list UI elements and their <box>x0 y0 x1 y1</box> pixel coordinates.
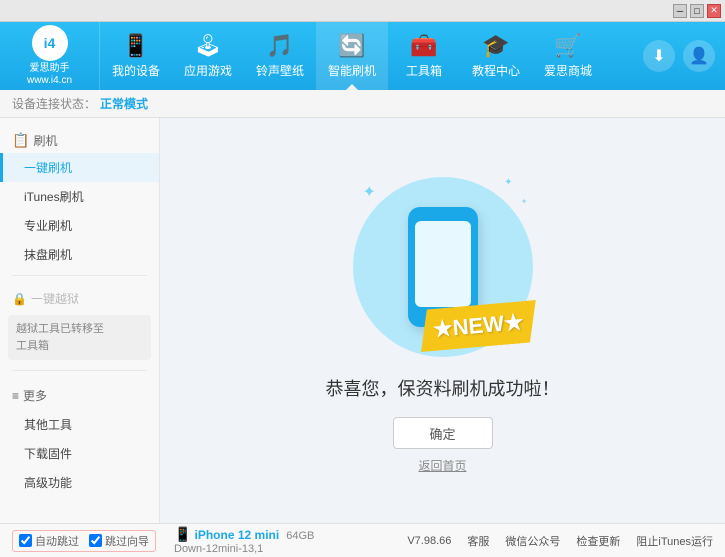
jailbreak-label: 一键越狱 <box>31 290 79 307</box>
auto-dismiss-checkbox[interactable] <box>19 534 32 547</box>
device-name: iPhone 12 mini <box>195 528 280 542</box>
nav-tutorial-label: 教程中心 <box>472 62 520 79</box>
sidebar-item-one-key-flash[interactable]: 一键刷机 <box>0 153 159 182</box>
close-button[interactable]: ✕ <box>707 4 721 18</box>
minimize-button[interactable]: ─ <box>673 4 687 18</box>
toolbox-icon: 🧰 <box>410 33 437 59</box>
nav-toolbox-label: 工具箱 <box>406 62 442 79</box>
sparkle-1: ✦ <box>363 182 376 202</box>
sparkle-3: ✦ <box>521 197 528 206</box>
illustration: ✦ ✦ ✦ ★NEW★ 恭喜您，保资料刷机成功啦！ 确定 返回首页 <box>326 167 560 474</box>
bottom-left: 自动跳过 跳过向导 📱 iPhone 12 mini 64GB Down-12m… <box>12 526 314 555</box>
sidebar-divider-1 <box>12 275 147 276</box>
account-button[interactable]: 👤 <box>683 40 715 72</box>
main-layout: 📋 刷机 一键刷机 iTunes刷机 专业刷机 抹盘刷机 🔒 一键越狱 越狱工具… <box>0 118 725 523</box>
auto-dismiss-label: 自动跳过 <box>35 533 79 549</box>
nav-right: ⬇ 👤 <box>643 40 725 72</box>
sidebar-item-wipe-flash[interactable]: 抹盘刷机 <box>0 240 159 269</box>
tutorial-icon: 🎓 <box>482 33 509 59</box>
jailbreak-header: 🔒 一键越狱 <box>0 286 159 311</box>
logo-icon: i4 <box>32 25 68 61</box>
skip-guide-checkbox-item[interactable]: 跳过向导 <box>89 533 149 549</box>
wechat-link[interactable]: 微信公众号 <box>505 533 560 549</box>
device-model: Down-12mini-13,1 <box>174 543 314 555</box>
shop-icon: 🛒 <box>554 33 581 59</box>
update-link[interactable]: 检查更新 <box>576 533 620 549</box>
nav-app-game[interactable]: 🕹 应用游戏 <box>172 22 244 90</box>
itunes-link[interactable]: 阻止iTunes运行 <box>636 533 713 549</box>
nav-app-game-label: 应用游戏 <box>184 62 232 79</box>
back-link[interactable]: 返回首页 <box>418 457 466 474</box>
confirm-button[interactable]: 确定 <box>393 417 493 449</box>
logo-text: 爱思助手www.i4.cn <box>27 63 72 87</box>
device-storage: 64GB <box>286 530 314 542</box>
more-section-label: 更多 <box>23 387 47 404</box>
flash-section-icon: 📋 <box>12 132 29 149</box>
sidebar-divider-2 <box>12 370 147 371</box>
nav-shop-label: 爱思商城 <box>544 62 592 79</box>
app-game-icon: 🕹 <box>194 33 222 59</box>
smart-flash-icon: 🔄 <box>338 33 365 59</box>
service-link[interactable]: 客服 <box>467 533 489 549</box>
my-device-icon: 📱 <box>122 33 149 59</box>
logo-area: i4 爱思助手www.i4.cn <box>0 22 100 90</box>
download-button[interactable]: ⬇ <box>643 40 675 72</box>
more-section: ≡ 更多 其他工具 下载固件 高级功能 <box>0 375 159 499</box>
sidebar-item-itunes-flash[interactable]: iTunes刷机 <box>0 182 159 211</box>
content-area: ✦ ✦ ✦ ★NEW★ 恭喜您，保资料刷机成功啦！ 确定 返回首页 <box>160 118 725 523</box>
nav-ringtone-label: 铃声壁纸 <box>256 62 304 79</box>
version-label: V7.98.66 <box>407 535 451 547</box>
device-icon: 📱 <box>174 526 191 542</box>
sidebar-item-download-firmware[interactable]: 下载固件 <box>0 439 159 468</box>
nav-tutorial[interactable]: 🎓 教程中心 <box>460 22 532 90</box>
top-nav: i4 爱思助手www.i4.cn 📱 我的设备 🕹 应用游戏 🎵 铃声壁纸 🔄 … <box>0 22 725 90</box>
status-bar: 设备连接状态： 正常模式 <box>0 90 725 118</box>
nav-shop[interactable]: 🛒 爱思商城 <box>532 22 604 90</box>
sidebar: 📋 刷机 一键刷机 iTunes刷机 专业刷机 抹盘刷机 🔒 一键越狱 越狱工具… <box>0 118 160 523</box>
sparkle-2: ✦ <box>504 177 512 188</box>
sidebar-item-other-tools[interactable]: 其他工具 <box>0 410 159 439</box>
flash-section-header: 📋 刷机 <box>0 128 159 153</box>
phone-container: ✦ ✦ ✦ ★NEW★ <box>343 167 543 367</box>
status-label: 设备连接状态： <box>12 95 96 112</box>
phone-screen <box>415 221 471 307</box>
auto-dismiss-checkbox-item[interactable]: 自动跳过 <box>19 533 79 549</box>
lock-icon: 🔒 <box>12 292 27 306</box>
bottom-right: V7.98.66 客服 微信公众号 检查更新 阻止iTunes运行 <box>407 533 713 549</box>
ringtone-icon: 🎵 <box>266 33 293 59</box>
nav-my-device-label: 我的设备 <box>112 62 160 79</box>
success-text: 恭喜您，保资料刷机成功啦！ <box>326 375 560 401</box>
jailbreak-note: 越狱工具已转移至 工具箱 <box>8 315 151 360</box>
skip-guide-label: 跳过向导 <box>105 533 149 549</box>
more-section-header: ≡ 更多 <box>0 381 159 410</box>
nav-ringtone[interactable]: 🎵 铃声壁纸 <box>244 22 316 90</box>
jailbreak-note-text: 越狱工具已转移至 工具箱 <box>16 323 104 352</box>
device-info: 📱 iPhone 12 mini 64GB Down-12mini-13,1 <box>174 526 314 555</box>
sidebar-item-advanced[interactable]: 高级功能 <box>0 468 159 497</box>
jailbreak-section: 🔒 一键越狱 越狱工具已转移至 工具箱 <box>0 280 159 366</box>
sidebar-item-pro-flash[interactable]: 专业刷机 <box>0 211 159 240</box>
nav-toolbox[interactable]: 🧰 工具箱 <box>388 22 460 90</box>
nav-smart-flash[interactable]: 🔄 智能刷机 <box>316 22 388 90</box>
nav-my-device[interactable]: 📱 我的设备 <box>100 22 172 90</box>
nav-items: 📱 我的设备 🕹 应用游戏 🎵 铃声壁纸 🔄 智能刷机 🧰 工具箱 🎓 教程中心… <box>100 22 643 90</box>
status-value: 正常模式 <box>100 95 148 112</box>
nav-smart-flash-label: 智能刷机 <box>328 62 376 79</box>
flash-section-label: 刷机 <box>33 132 57 149</box>
bottom-bar: 自动跳过 跳过向导 📱 iPhone 12 mini 64GB Down-12m… <box>0 523 725 557</box>
list-icon: ≡ <box>12 389 19 403</box>
maximize-button[interactable]: □ <box>690 4 704 18</box>
title-bar: ─ □ ✕ <box>0 0 725 22</box>
checkboxes-row: 自动跳过 跳过向导 <box>12 530 156 552</box>
skip-guide-checkbox[interactable] <box>89 534 102 547</box>
flash-section: 📋 刷机 一键刷机 iTunes刷机 专业刷机 抹盘刷机 <box>0 122 159 271</box>
